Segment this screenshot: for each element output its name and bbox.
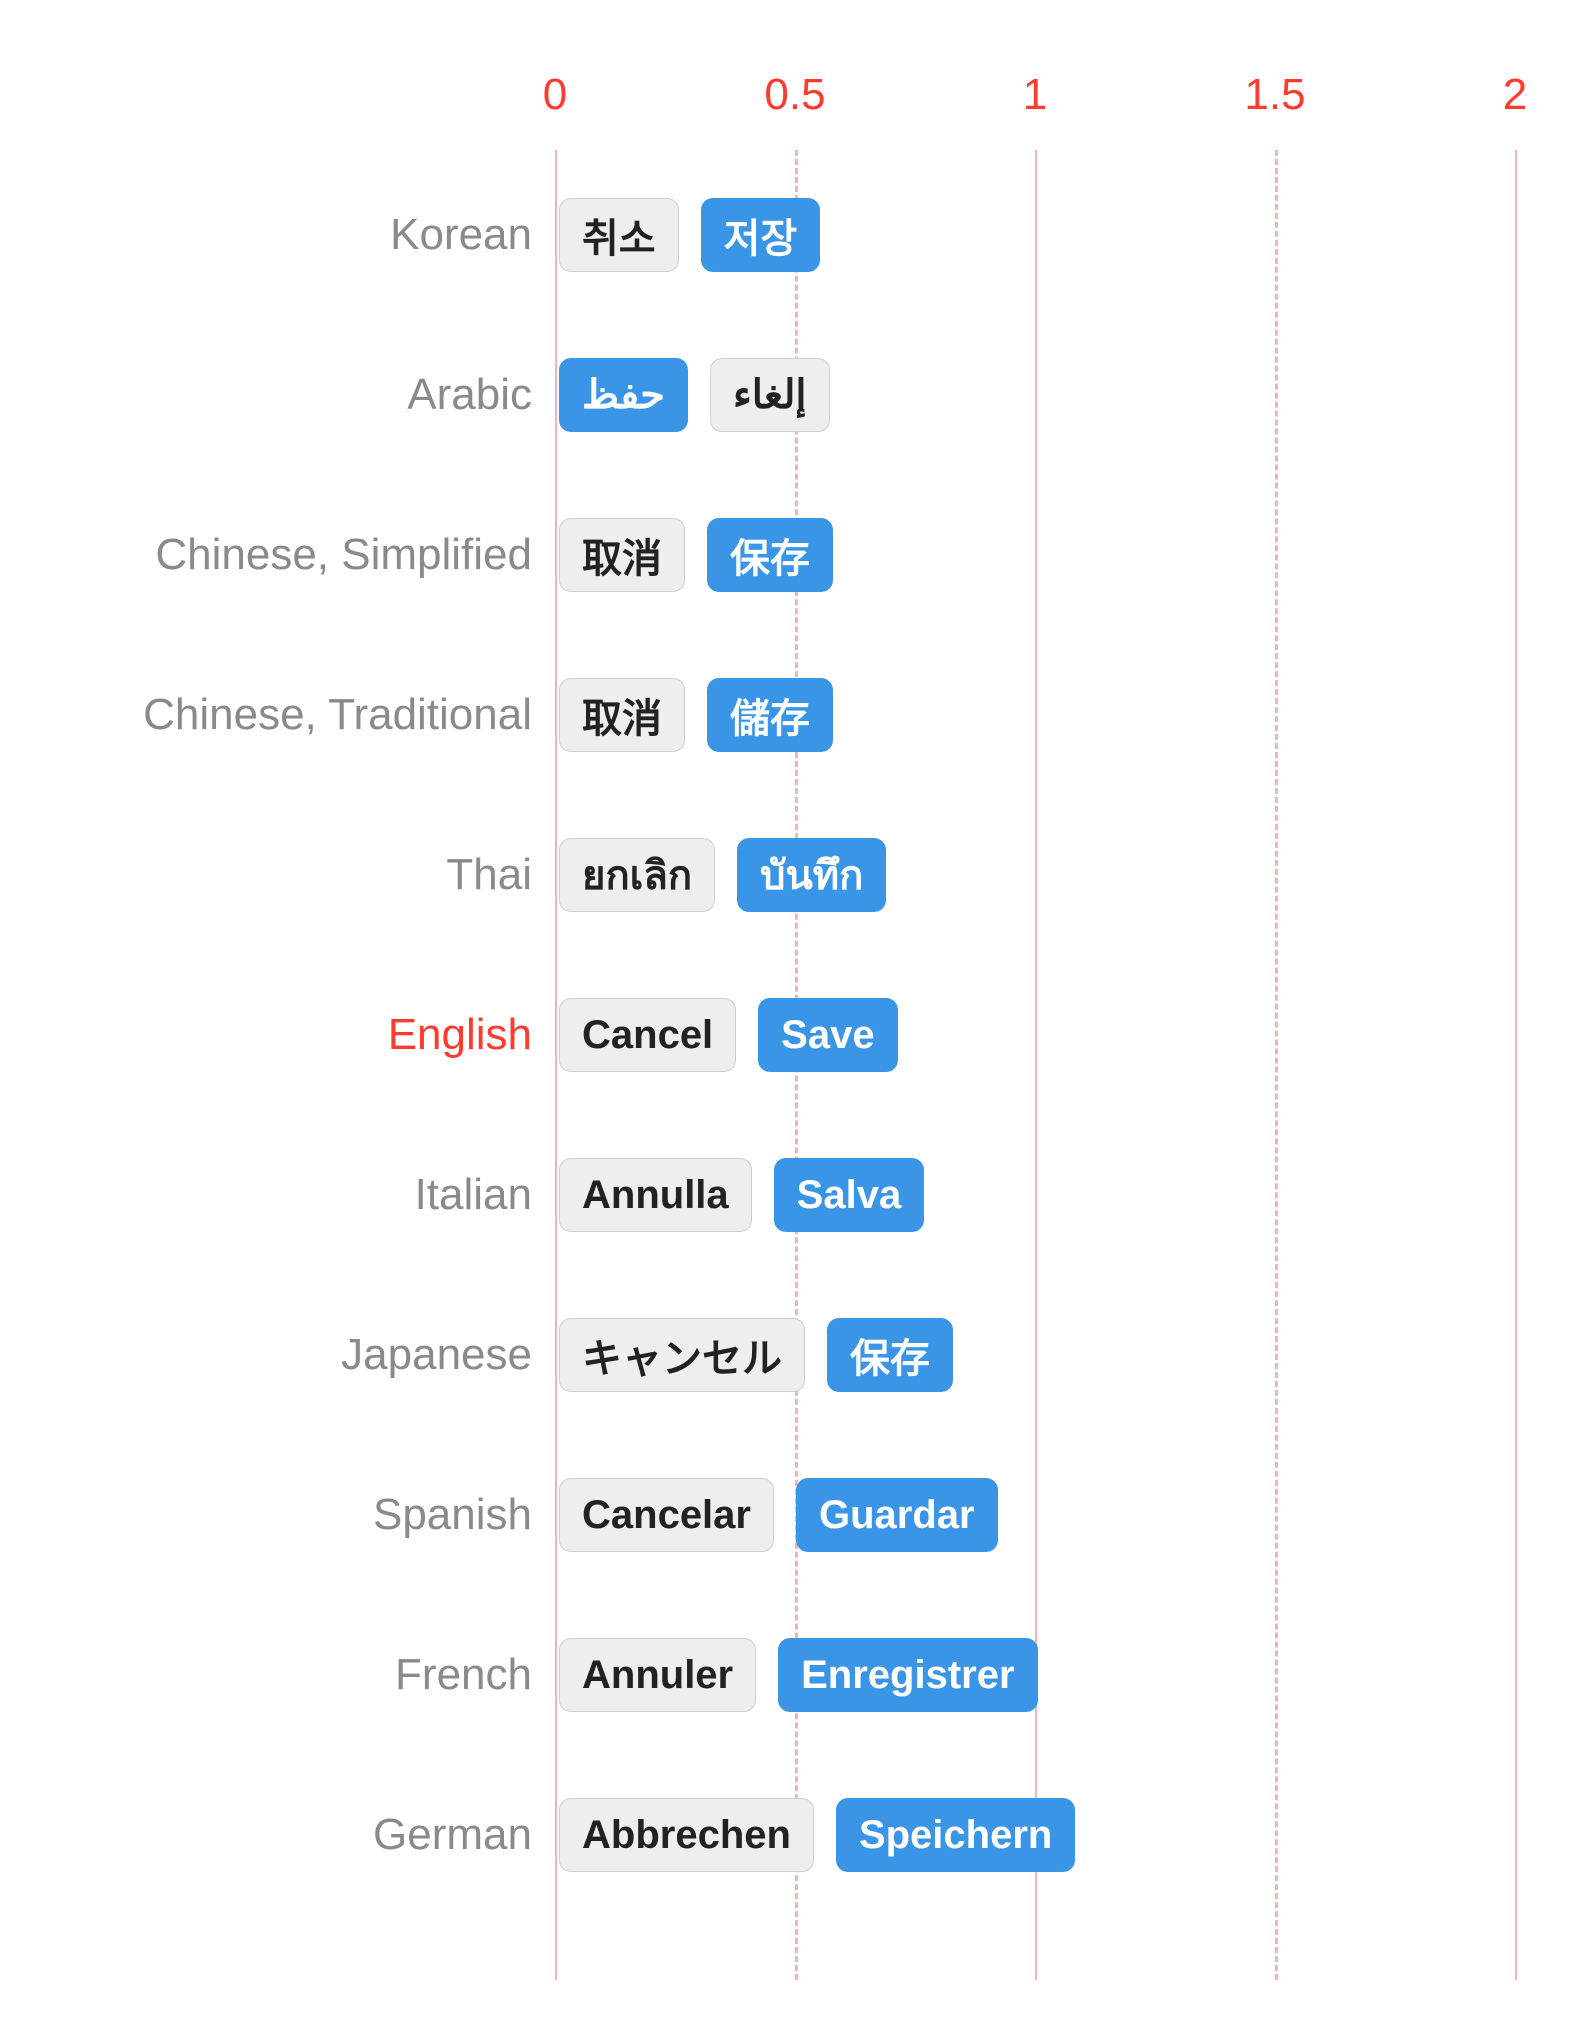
cancel-button[interactable]: Annulla [559, 1158, 752, 1232]
save-button[interactable]: 儲存 [707, 678, 833, 752]
save-button[interactable]: Salva [774, 1158, 925, 1232]
row-english: English Cancel Save [0, 990, 1582, 1080]
row-japanese: Japanese キャンセル 保存 [0, 1310, 1582, 1400]
row-chinese-traditional: Chinese, Traditional 取消 儲存 [0, 670, 1582, 760]
row-label-italian: Italian [32, 1170, 532, 1220]
button-group-korean: 취소 저장 [559, 198, 820, 272]
row-label-english: English [32, 1010, 532, 1060]
save-button[interactable]: Save [758, 998, 897, 1072]
row-thai: Thai ยกเลิก บันทึก [0, 830, 1582, 920]
row-label-chinese-simplified: Chinese, Simplified [32, 530, 532, 580]
save-button[interactable]: Guardar [796, 1478, 998, 1552]
cancel-button[interactable]: キャンセル [559, 1318, 805, 1392]
row-label-thai: Thai [32, 850, 532, 900]
button-group-english: Cancel Save [559, 998, 898, 1072]
button-group-french: Annuler Enregistrer [559, 1638, 1038, 1712]
localization-button-width-chart: 0 0.5 1 1.5 2 Korean 취소 저장 Arabic حفظ إل… [0, 0, 1582, 2030]
button-group-italian: Annulla Salva [559, 1158, 924, 1232]
row-label-arabic: Arabic [32, 370, 532, 420]
row-label-chinese-traditional: Chinese, Traditional [32, 690, 532, 740]
row-label-german: German [32, 1810, 532, 1860]
cancel-button[interactable]: 取消 [559, 678, 685, 752]
button-group-german: Abbrechen Speichern [559, 1798, 1075, 1872]
x-tick-0: 0 [543, 70, 567, 120]
row-spanish: Spanish Cancelar Guardar [0, 1470, 1582, 1560]
save-button[interactable]: حفظ [559, 358, 688, 432]
row-label-japanese: Japanese [32, 1330, 532, 1380]
row-label-korean: Korean [32, 210, 532, 260]
row-arabic: Arabic حفظ إلغاء [0, 350, 1582, 440]
button-group-thai: ยกเลิก บันทึก [559, 838, 886, 912]
button-group-chinese-simplified: 取消 保存 [559, 518, 833, 592]
cancel-button[interactable]: ยกเลิก [559, 838, 715, 912]
cancel-button[interactable]: Abbrechen [559, 1798, 814, 1872]
button-group-japanese: キャンセル 保存 [559, 1318, 953, 1392]
save-button[interactable]: Speichern [836, 1798, 1075, 1872]
button-group-chinese-traditional: 取消 儲存 [559, 678, 833, 752]
row-label-spanish: Spanish [32, 1490, 532, 1540]
x-tick-2: 2 [1503, 70, 1527, 120]
button-group-spanish: Cancelar Guardar [559, 1478, 998, 1552]
save-button[interactable]: 保存 [707, 518, 833, 592]
row-chinese-simplified: Chinese, Simplified 取消 保存 [0, 510, 1582, 600]
row-italian: Italian Annulla Salva [0, 1150, 1582, 1240]
cancel-button[interactable]: إلغاء [710, 358, 830, 432]
row-label-french: French [32, 1650, 532, 1700]
x-tick-05: 0.5 [764, 70, 825, 120]
cancel-button[interactable]: Annuler [559, 1638, 756, 1712]
button-group-arabic: حفظ إلغاء [559, 358, 830, 432]
save-button[interactable]: 保存 [827, 1318, 953, 1392]
row-french: French Annuler Enregistrer [0, 1630, 1582, 1720]
save-button[interactable]: บันทึก [737, 838, 886, 912]
save-button[interactable]: Enregistrer [778, 1638, 1037, 1712]
row-german: German Abbrechen Speichern [0, 1790, 1582, 1880]
cancel-button[interactable]: Cancelar [559, 1478, 774, 1552]
cancel-button[interactable]: 취소 [559, 198, 679, 272]
x-tick-15: 1.5 [1244, 70, 1305, 120]
cancel-button[interactable]: 取消 [559, 518, 685, 592]
cancel-button[interactable]: Cancel [559, 998, 736, 1072]
row-korean: Korean 취소 저장 [0, 190, 1582, 280]
x-tick-1: 1 [1023, 70, 1047, 120]
save-button[interactable]: 저장 [701, 198, 821, 272]
